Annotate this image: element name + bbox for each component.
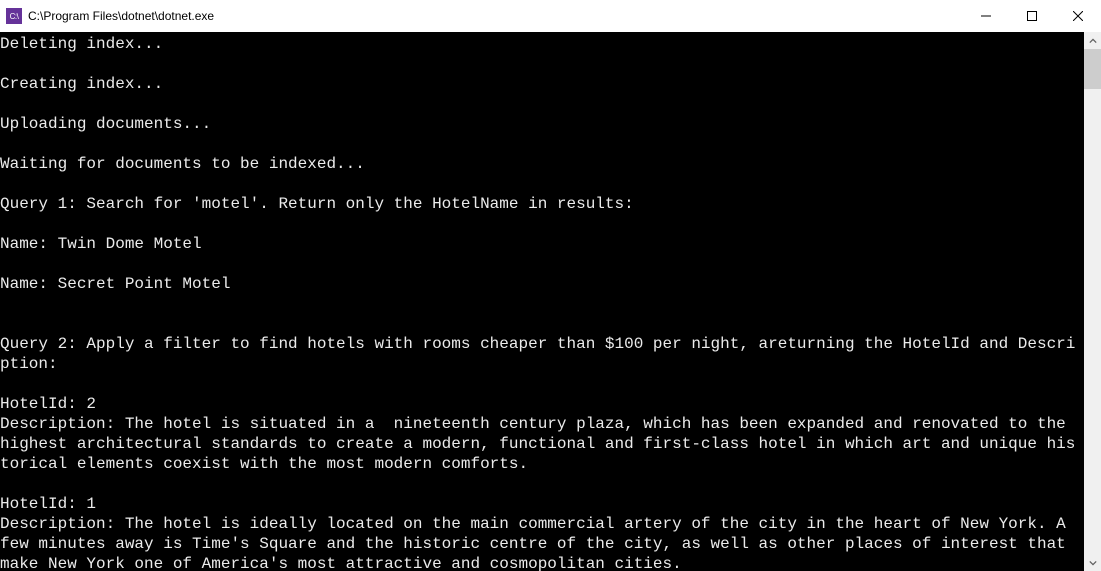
console-area: Deleting index... Creating index... Uplo… — [0, 32, 1101, 571]
scroll-track[interactable] — [1084, 49, 1101, 554]
console-output[interactable]: Deleting index... Creating index... Uplo… — [0, 32, 1084, 571]
app-icon-label: C:\ — [10, 12, 19, 21]
maximize-icon — [1027, 11, 1037, 21]
scroll-up-button[interactable] — [1084, 32, 1101, 49]
minimize-icon — [981, 11, 991, 21]
window-controls — [963, 0, 1101, 32]
app-icon: C:\ — [6, 8, 22, 24]
chevron-up-icon — [1089, 37, 1097, 45]
vertical-scrollbar[interactable] — [1084, 32, 1101, 571]
scroll-thumb[interactable] — [1084, 49, 1101, 89]
close-button[interactable] — [1055, 0, 1101, 32]
close-icon — [1073, 11, 1083, 21]
window-titlebar: C:\ C:\Program Files\dotnet\dotnet.exe — [0, 0, 1101, 32]
chevron-down-icon — [1089, 559, 1097, 567]
minimize-button[interactable] — [963, 0, 1009, 32]
window-title: C:\Program Files\dotnet\dotnet.exe — [28, 9, 963, 23]
scroll-down-button[interactable] — [1084, 554, 1101, 571]
maximize-button[interactable] — [1009, 0, 1055, 32]
